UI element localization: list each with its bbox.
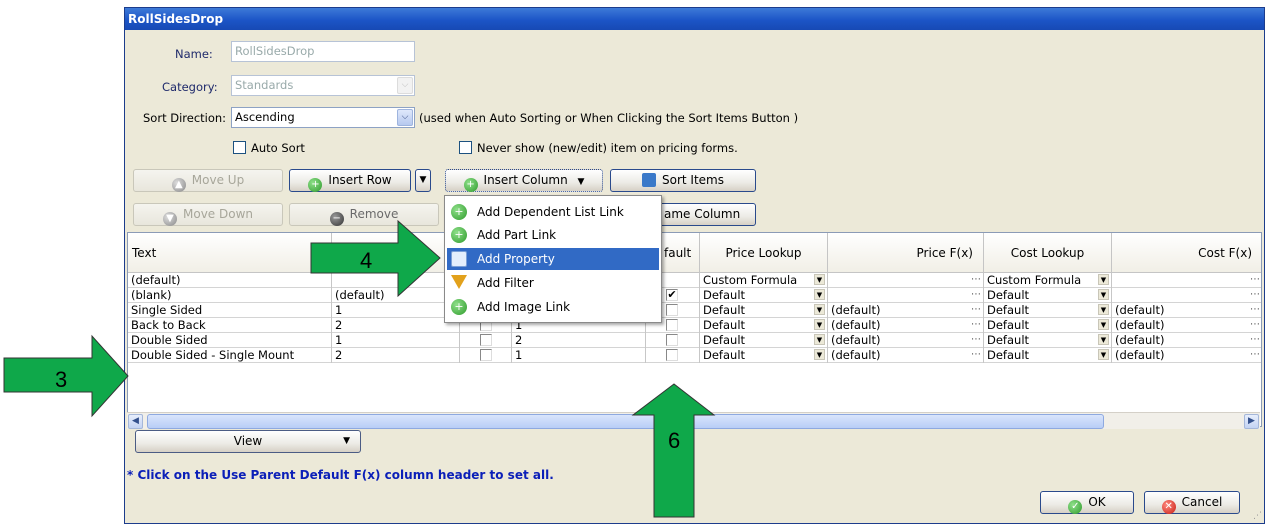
annotation-label-6: 6 xyxy=(668,428,681,453)
annotation-label-4: 4 xyxy=(360,248,373,273)
annotation-label-3: 3 xyxy=(55,367,68,392)
annotation-layer xyxy=(3,219,716,518)
arrow-4 xyxy=(310,219,441,298)
